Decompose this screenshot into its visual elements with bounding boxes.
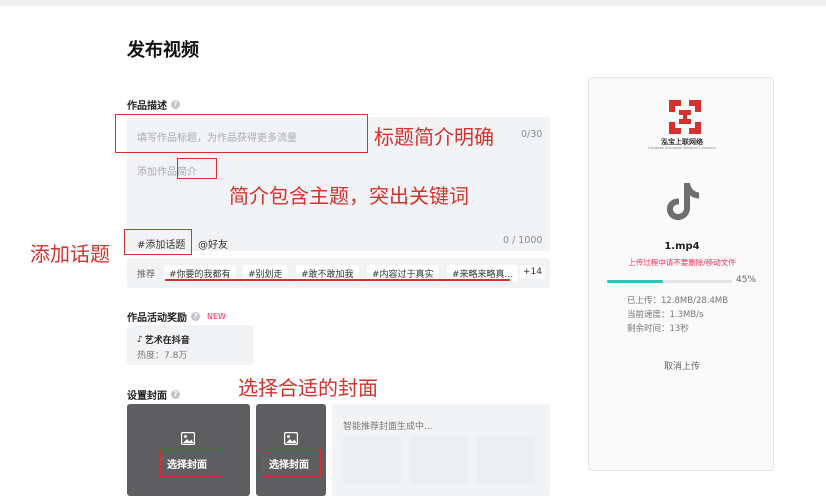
activity-card-heat: 热度：7.8万 xyxy=(137,351,188,361)
annotation-title: 标题简介明确 xyxy=(374,125,494,149)
annotation-cover: 选择合适的封面 xyxy=(238,376,378,400)
upload-filename: 1.mp4 xyxy=(664,241,700,252)
description-label: 作品描述 ? xyxy=(127,97,180,112)
uploaded-size: 已上传：12.8MB/28.4MB xyxy=(627,296,729,306)
add-topic-button[interactable]: #添加话题 xyxy=(137,236,185,251)
upload-progress-text: 45% xyxy=(736,275,757,285)
upload-speed: 当前速度：1.3MB/s xyxy=(627,310,704,320)
upload-warning: 上传过程中请不要删除/移动文件 xyxy=(628,258,736,267)
annotation-summary: 简介包含主题，突出关键词 xyxy=(229,184,469,208)
recommend-label: 推荐 xyxy=(137,270,156,280)
page-title: 发布视频 xyxy=(127,40,199,61)
logo-subtext: Hongbao Shanglian Network Company xyxy=(648,146,716,150)
topics-underline xyxy=(165,279,510,281)
activity-card[interactable]: ♪ 艺术在抖音 热度：7.8万 xyxy=(127,325,253,365)
choose-cover-button[interactable]: 选择封面 xyxy=(167,456,207,471)
more-topics-button[interactable]: +14 xyxy=(520,265,545,279)
smart-cover-text: 智能推荐封面生成中... xyxy=(343,422,433,432)
cover-label-text: 设置封面 xyxy=(127,391,167,402)
cover-placeholder xyxy=(477,436,535,484)
upload-panel: 泓宝上联网络 Hongbao Shanglian Network Company… xyxy=(588,77,774,471)
upload-progress-fill xyxy=(607,280,664,283)
mention-friend-button[interactable]: @好友 xyxy=(198,236,228,251)
title-input[interactable]: 填写作品标题，为作品获得更多流量 xyxy=(137,129,297,144)
annotation-topic: 添加话题 xyxy=(30,242,110,266)
activity-label-text: 作品活动奖励 xyxy=(127,313,187,324)
new-badge: NEW xyxy=(207,312,226,321)
image-icon xyxy=(181,432,195,445)
smart-cover-area: 智能推荐封面生成中... xyxy=(332,404,550,496)
cover-placeholder xyxy=(343,436,401,484)
recommended-topics: 推荐 #你要的我都有 #别划走 #敢不敢加我 #内容过于真实 #来略来略真...… xyxy=(127,258,550,288)
cover-label: 设置封面 ? xyxy=(127,387,180,402)
description-label-text: 作品描述 xyxy=(127,101,167,112)
choose-cover-button[interactable]: 选择封面 xyxy=(269,456,309,471)
activity-card-title: 艺术在抖音 xyxy=(144,336,190,346)
activity-card-title-row: ♪ 艺术在抖音 xyxy=(137,333,190,347)
help-icon[interactable]: ? xyxy=(171,390,180,399)
upload-remaining: 剩余时间：13秒 xyxy=(627,324,689,334)
cover-option-2[interactable]: 选择封面 xyxy=(256,404,326,496)
tiktok-logo-icon xyxy=(667,183,699,220)
summary-counter: 0 / 1000 xyxy=(503,235,543,246)
activity-label: 作品活动奖励 ? NEW xyxy=(127,309,226,324)
help-icon[interactable]: ? xyxy=(191,312,200,321)
company-logo xyxy=(669,100,701,134)
cover-option-1[interactable]: 选择封面 xyxy=(127,404,250,496)
cover-placeholder xyxy=(410,436,468,484)
top-bar xyxy=(0,0,826,6)
help-icon[interactable]: ? xyxy=(171,100,180,109)
tiktok-icon: ♪ xyxy=(137,334,143,345)
upload-progress-track xyxy=(607,280,732,283)
image-icon xyxy=(284,432,298,445)
summary-highlight-box xyxy=(177,158,217,179)
cancel-upload-button[interactable]: 取消上传 xyxy=(589,359,775,372)
title-counter: 0/30 xyxy=(521,129,543,140)
